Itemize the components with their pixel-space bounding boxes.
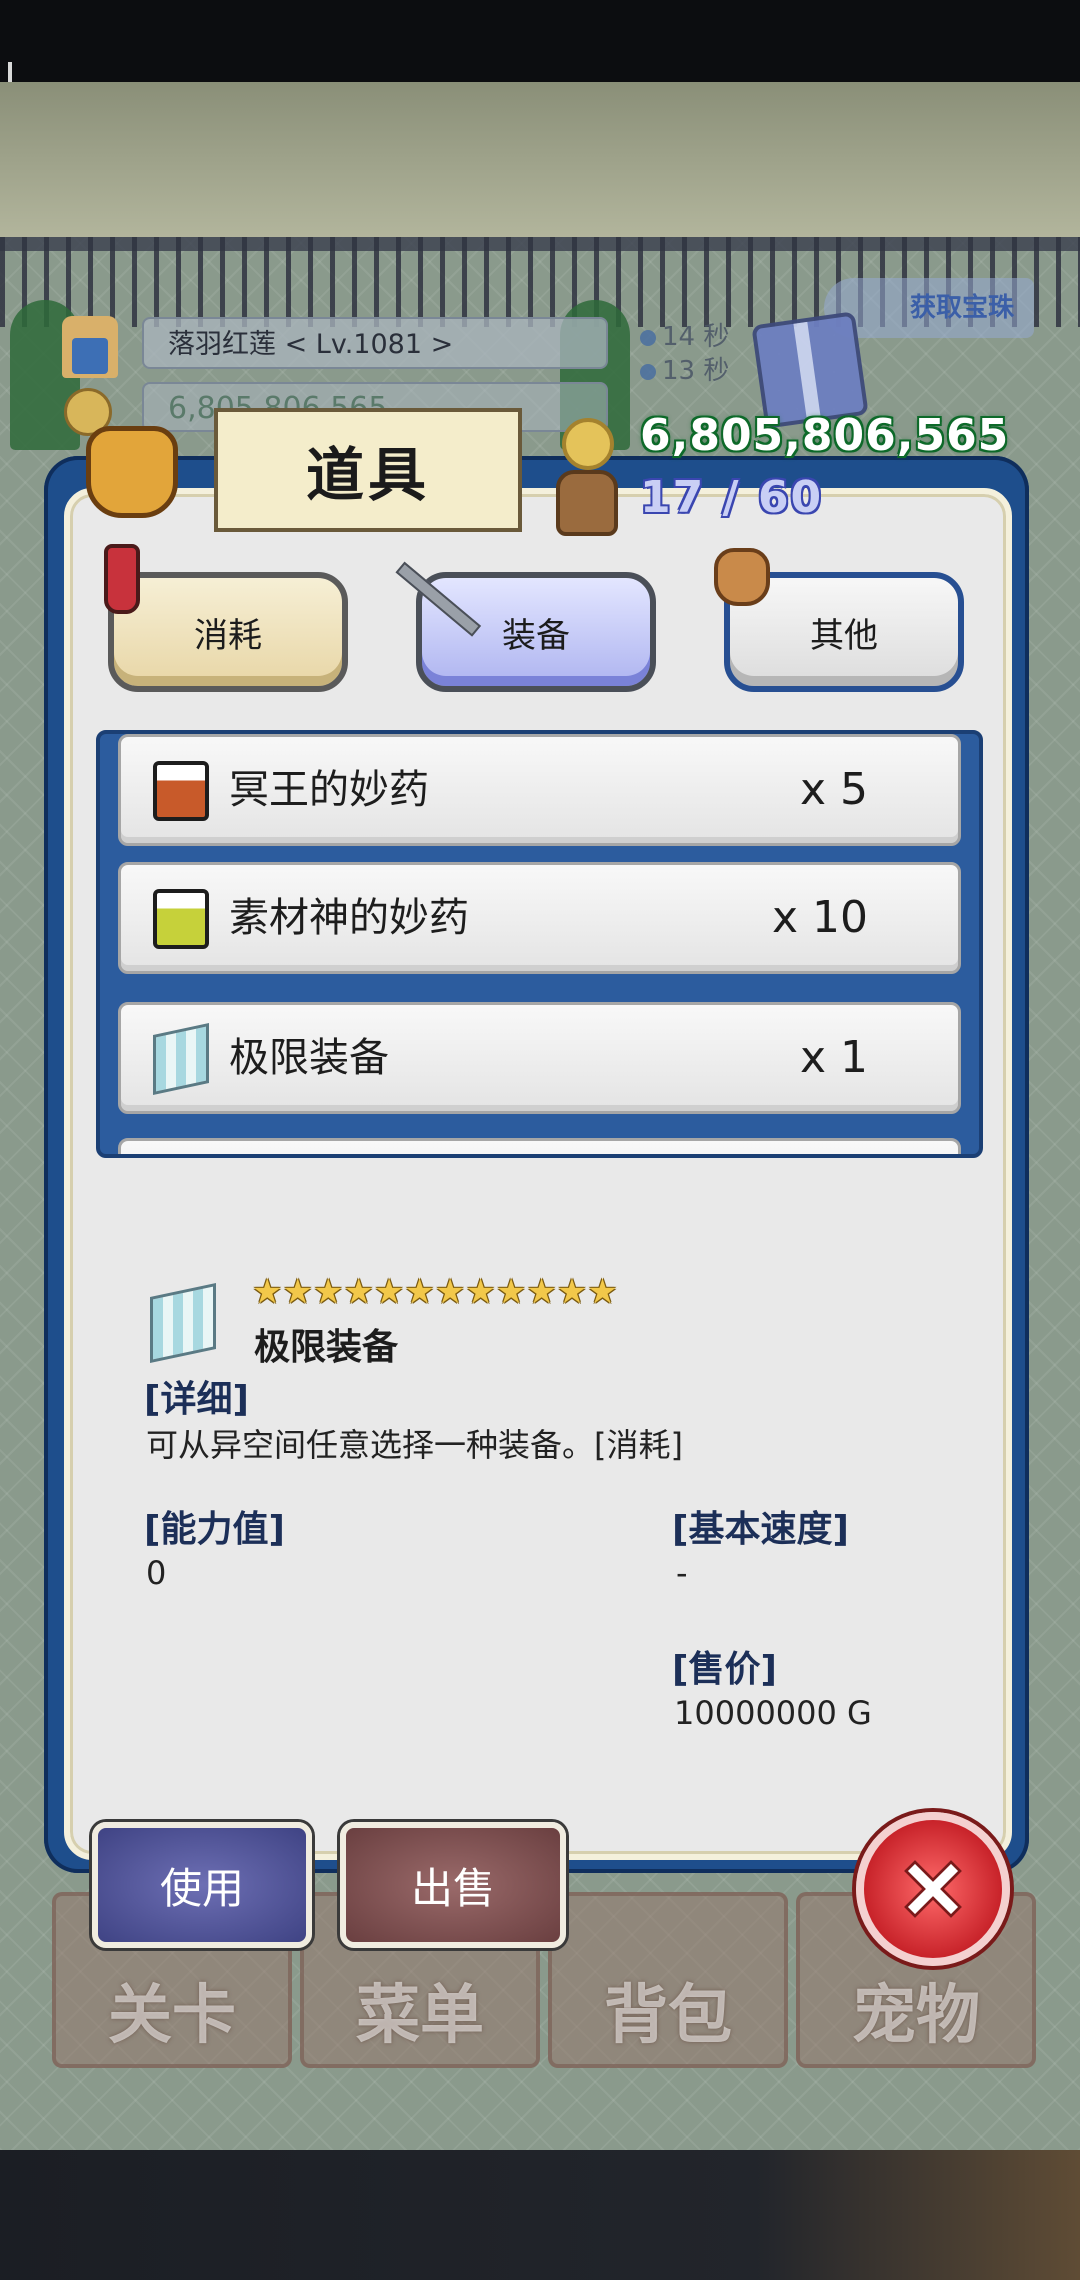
close-icon — [904, 1860, 962, 1918]
clock-icon — [640, 329, 656, 346]
cube-icon — [150, 1282, 216, 1364]
nav-backpack[interactable]: 背包 — [548, 1892, 788, 2068]
list-item[interactable]: 素材神的妙药 x 10 — [118, 862, 961, 974]
nav-stage-label: 关卡 — [108, 1979, 236, 2053]
price-value: 10000000 G — [674, 1694, 872, 1732]
tab-consumables[interactable]: 消耗 — [108, 572, 348, 692]
sky-background — [0, 82, 1080, 237]
cube-icon — [153, 1023, 209, 1095]
tab-other-label: 其他 — [810, 615, 878, 656]
potion-icon — [153, 761, 209, 821]
clock-icon — [640, 363, 656, 380]
item-name: 极限装备 — [229, 1035, 389, 1081]
item-quantity: x 10 — [771, 892, 868, 943]
item-name: 冥王的妙药 — [229, 767, 429, 813]
bottom-area — [0, 2150, 1080, 2280]
sell-button[interactable]: 出售 — [340, 1822, 566, 1948]
item-quantity: x 5 — [799, 764, 868, 815]
bag-icon — [86, 426, 178, 518]
item-name: 素材神的妙药 — [229, 895, 469, 941]
price-header: [售价] — [672, 1649, 777, 1690]
timer-1-text: 14 秒 — [662, 322, 730, 352]
nav-pet-label: 宠物 — [852, 1979, 980, 2053]
tab-consumables-label: 消耗 — [194, 615, 262, 656]
sack-icon — [714, 548, 770, 606]
item-list[interactable]: 冥王的妙药 x 5 素材神的妙药 x 10 极限装备 x 1 — [96, 730, 983, 1158]
gold-amount: 6,805,806,565 — [640, 410, 1010, 461]
potion-icon — [153, 889, 209, 949]
timer-1: 14 秒 — [640, 316, 729, 353]
item-panel-body — [64, 488, 1012, 1860]
power-value: 0 — [146, 1554, 167, 1592]
player-avatar[interactable] — [62, 316, 118, 378]
status-bar — [0, 0, 1080, 82]
use-button[interactable]: 使用 — [92, 1822, 312, 1948]
speed-value: - — [676, 1554, 688, 1592]
player-name-level: 落羽红莲 < Lv.1081 > — [142, 317, 608, 369]
list-item-selected[interactable]: 极限装备 x 1 — [118, 1002, 961, 1114]
timer-2-text: 13 秒 — [662, 356, 730, 386]
gold-coin-icon — [562, 418, 614, 470]
detail-description: 可从异空间任意选择一种装备。[消耗] — [146, 1426, 683, 1464]
rarity-stars: ★★★★★★★★★★★★ — [252, 1272, 618, 1312]
list-item-partial[interactable] — [118, 1138, 961, 1154]
inventory-capacity: 17 / 60 — [640, 472, 824, 523]
tab-equipment[interactable]: 装备 — [416, 572, 656, 692]
speed-header: [基本速度] — [672, 1509, 849, 1550]
nav-backpack-label: 背包 — [604, 1979, 732, 2053]
power-header: [能力值] — [144, 1509, 285, 1550]
detail-item-name: 极限装备 — [254, 1327, 399, 1368]
item-quantity: x 1 — [799, 1032, 868, 1083]
backpack-icon — [556, 470, 618, 536]
timer-2: 13 秒 — [640, 350, 729, 387]
tab-equipment-label: 装备 — [502, 615, 570, 656]
potion-icon — [104, 544, 140, 614]
list-item[interactable]: 冥王的妙药 x 5 — [118, 734, 961, 846]
close-button[interactable] — [856, 1812, 1010, 1966]
detail-header: [详细] — [144, 1379, 249, 1420]
nav-menu-label: 菜单 — [356, 1979, 484, 2053]
panel-title: 道具 — [214, 408, 522, 532]
